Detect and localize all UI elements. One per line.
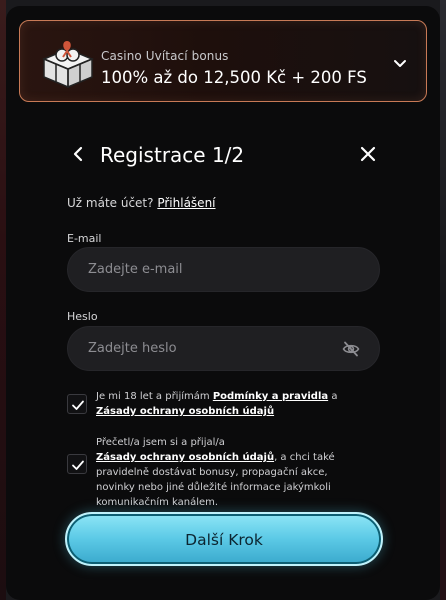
email-label: E-mail (67, 232, 102, 245)
next-step-label: Další Krok (185, 531, 263, 549)
privacy-link[interactable]: Zásady ochrany osobních údajů (96, 406, 274, 417)
terms-text-and: a (331, 391, 338, 402)
checkmark-icon (72, 460, 84, 470)
password-placeholder: Zadejte heslo (88, 341, 177, 356)
eye-off-icon[interactable] (342, 340, 360, 358)
bonus-title: 100% až do 12,500 Kč + 200 FS (101, 68, 367, 87)
account-prompt-text: Už máte účet? (67, 196, 154, 210)
terms-link[interactable]: Podmínky a pravidla (213, 391, 328, 402)
password-label: Heslo (67, 310, 98, 323)
password-field[interactable]: Zadejte heslo (67, 326, 380, 371)
terms-consent-text: Je mi 18 let a přijímám Podmínky a pravi… (96, 389, 346, 419)
gift-box-icon (42, 41, 94, 89)
chevron-left-icon[interactable] (68, 144, 88, 164)
marketing-checkbox[interactable] (67, 454, 87, 474)
login-link[interactable]: Přihlášení (157, 196, 215, 210)
page-title: Registrace 1/2 (100, 143, 245, 167)
email-placeholder: Zadejte e-mail (88, 262, 183, 277)
registration-modal: Casino Uvítací bonus 100% až do 12,500 K… (6, 6, 440, 600)
marketing-privacy-link[interactable]: Zásady ochrany osobních údajů (96, 452, 274, 463)
marketing-text-before: Přečetl/a jsem si a přijal/a (96, 437, 225, 448)
checkmark-icon (72, 400, 84, 410)
existing-account-prompt: Už máte účet? Přihlášení (67, 196, 216, 210)
close-icon[interactable] (358, 144, 378, 164)
terms-checkbox[interactable] (67, 394, 87, 414)
terms-text-before: Je mi 18 let a přijímám (96, 391, 210, 402)
bonus-subtitle: Casino Uvítací bonus (101, 49, 229, 63)
background-edge-right (440, 0, 446, 600)
email-field[interactable]: Zadejte e-mail (67, 247, 380, 292)
next-step-button[interactable]: Další Krok (65, 512, 383, 566)
welcome-bonus-banner[interactable]: Casino Uvítací bonus 100% až do 12,500 K… (19, 20, 427, 102)
marketing-consent-text: Přečetl/a jsem si a přijal/a Zásady ochr… (96, 435, 368, 510)
chevron-down-icon[interactable] (392, 55, 408, 71)
